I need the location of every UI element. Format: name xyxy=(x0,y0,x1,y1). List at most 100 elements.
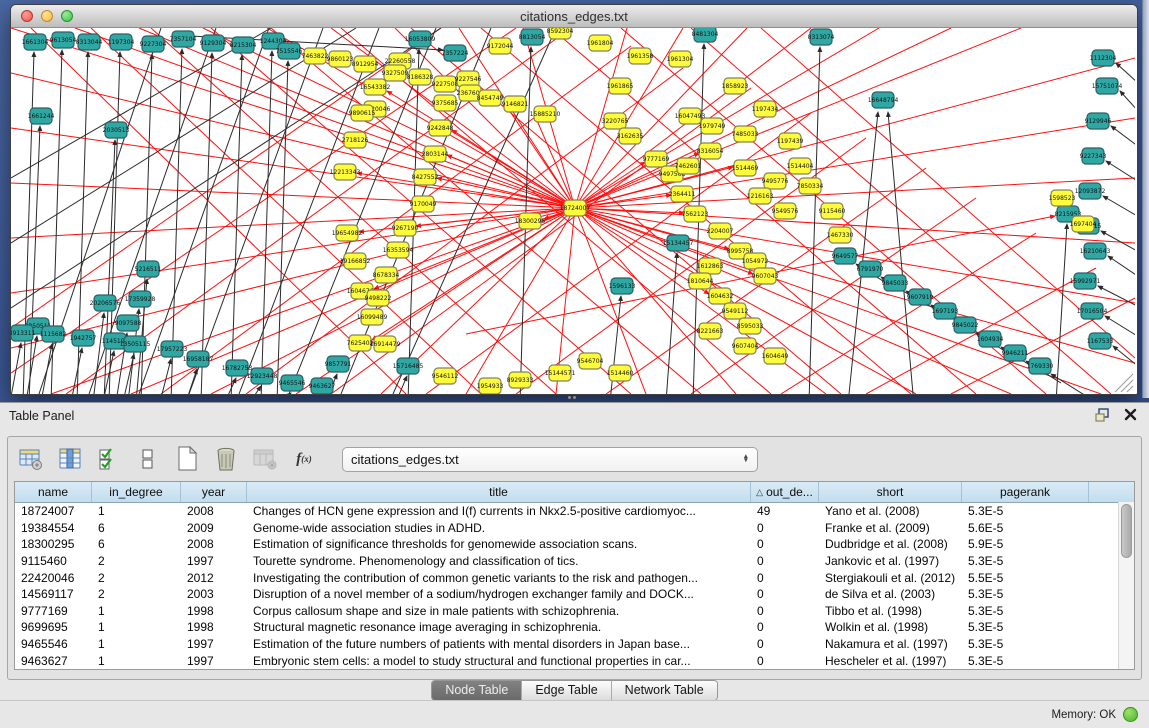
graph-node-label: 20206576 xyxy=(90,300,121,307)
graph-node-label: 9857791 xyxy=(325,361,352,368)
graph-node-label: 5216511 xyxy=(135,266,162,273)
table-cell: 0 xyxy=(751,537,819,551)
table-cell: 9465546 xyxy=(15,637,92,651)
table-cell: 0 xyxy=(751,620,819,634)
graph-node-label: 9649577 xyxy=(832,253,859,260)
window-titlebar[interactable]: citations_edges.txt xyxy=(11,5,1137,28)
close-panel-icon[interactable] xyxy=(1124,408,1137,424)
graph-node-label: 1167533 xyxy=(1087,338,1114,345)
tab-network-table[interactable]: Network Table xyxy=(611,681,717,700)
graph-node-label: 9546704 xyxy=(577,358,604,365)
scrollbar-thumb[interactable] xyxy=(1121,504,1132,558)
tab-edge-table[interactable]: Edge Table xyxy=(521,681,610,700)
table-tabs: Node TableEdge TableNetwork Table xyxy=(0,680,1149,701)
delete-table-icon[interactable] xyxy=(213,446,239,472)
column-header-name[interactable]: name xyxy=(15,482,92,502)
network-graph[interactable]: 1661304961305483130441197304922730473571… xyxy=(11,28,1135,394)
vertical-scrollbar[interactable] xyxy=(1118,502,1134,669)
graph-node-label: 15134457 xyxy=(663,240,694,247)
column-header-in_degree[interactable]: in_degree xyxy=(92,482,181,502)
graph-node-label: 16543382 xyxy=(360,84,391,91)
graph-node-label: 7357224 xyxy=(442,50,469,57)
column-header-title[interactable]: title xyxy=(247,482,751,502)
table-row[interactable]: 1830029562008Estimation of significance … xyxy=(15,536,1134,553)
column-header-pagerank[interactable]: pagerank xyxy=(962,482,1089,502)
table-cell: Structural magnetic resonance image aver… xyxy=(247,620,751,634)
graph-node-label: 16210643 xyxy=(1080,248,1111,255)
graph-node-label: 8481304 xyxy=(692,31,719,38)
graph-node-label: 16047493 xyxy=(675,113,706,120)
column-header-short[interactable]: short xyxy=(819,482,962,502)
graph-node-label: 17359928 xyxy=(125,296,156,303)
graph-node-label: 9860123 xyxy=(327,56,354,63)
select-column-icon[interactable] xyxy=(57,446,83,472)
table-settings-icon[interactable] xyxy=(18,446,44,472)
graph-node-label: 8912954 xyxy=(352,61,379,68)
node-table: namein_degreeyeartitle△out_de...short pag… xyxy=(14,481,1135,670)
table-row[interactable]: 1872400712008Changes of HCN gene express… xyxy=(15,503,1134,520)
zoom-window-button[interactable] xyxy=(61,10,73,22)
graph-node-label: 9227343 xyxy=(1080,153,1107,160)
tab-node-table[interactable]: Node Table xyxy=(432,681,521,700)
graph-node-label: 9115460 xyxy=(819,208,846,215)
graph-node-label: 8929333 xyxy=(507,377,534,384)
close-window-button[interactable] xyxy=(21,10,33,22)
new-table-icon[interactable] xyxy=(174,446,200,472)
graph-node-label: 9890615 xyxy=(349,110,376,117)
graph-node-label: 1954933 xyxy=(477,383,504,390)
delete-column-icon xyxy=(252,446,278,472)
network-canvas[interactable]: 1661304961305483130441197304922730473571… xyxy=(11,28,1135,394)
graph-node-label: 2803144 xyxy=(422,151,449,158)
column-header-year[interactable]: year xyxy=(181,482,247,502)
graph-node-label: 15716485 xyxy=(393,363,424,370)
table-row[interactable]: 977716911998Corpus callosum shape and si… xyxy=(15,603,1134,620)
column-header-out_degree[interactable]: △out_de... xyxy=(751,482,819,502)
table-cell: 9115460 xyxy=(15,554,92,568)
graph-node-label: 8678334 xyxy=(373,272,400,279)
graph-node-label: 9375685 xyxy=(432,100,459,107)
graph-node-label: 9607404 xyxy=(732,343,759,350)
memory-status-icon[interactable] xyxy=(1123,707,1138,722)
graph-node-label: 7850334 xyxy=(797,183,824,190)
table-row[interactable]: 946362711997Embryonic stem cells: a mode… xyxy=(15,652,1134,669)
table-cell: 49 xyxy=(751,504,819,518)
column-header-label: out_de... xyxy=(766,485,813,499)
graph-node-label: 8427552 xyxy=(412,174,439,181)
graph-node-label: 2364411 xyxy=(669,191,696,198)
minimize-window-button[interactable] xyxy=(41,10,53,22)
select-all-icon[interactable] xyxy=(96,446,122,472)
table-cell: 0 xyxy=(751,554,819,568)
table-cell: Stergiakouli et al. (2012) xyxy=(819,571,962,585)
table-cell: Corpus callosum shape and size in male p… xyxy=(247,604,751,618)
unselect-all-icon[interactable] xyxy=(135,446,161,472)
graph-node-label: 2718126 xyxy=(342,137,369,144)
table-row[interactable]: 946554611997Estimation of the future num… xyxy=(15,636,1134,653)
table-row[interactable]: 911546021997Tourette syndrome. Phenomeno… xyxy=(15,553,1134,570)
table-cell: 0 xyxy=(751,587,819,601)
split-pane-handle[interactable] xyxy=(568,396,582,401)
table-cell: 5.3E-5 xyxy=(962,620,1089,634)
float-panel-icon[interactable] xyxy=(1095,408,1110,425)
graph-node-label: 16648794 xyxy=(868,97,899,104)
table-cell: Wolkin et al. (1998) xyxy=(819,620,962,634)
graph-node-label: 1661304 xyxy=(22,39,49,46)
graph-node-label: 9607919 xyxy=(907,294,934,301)
column-header-label: pagerank xyxy=(1000,485,1050,499)
graph-node-label: 3913311 xyxy=(11,330,36,337)
graph-node-label: 1514460 xyxy=(607,370,634,377)
table-select-dropdown[interactable]: citations_edges.txt ▲▼ xyxy=(342,447,758,472)
graph-node-label: 1115682 xyxy=(40,331,67,338)
table-row[interactable]: 1938455462009Genome-wide association stu… xyxy=(15,520,1134,537)
graph-node-label: 7463822 xyxy=(302,53,329,60)
graph-node-label: 9777169 xyxy=(643,156,670,163)
function-builder-icon[interactable]: f(x) xyxy=(291,446,317,472)
graph-node-label: 8215304 xyxy=(230,42,257,49)
table-cell: 2 xyxy=(92,587,181,601)
table-row[interactable]: 1456911722003Disruption of a novel membe… xyxy=(15,586,1134,603)
table-row[interactable]: 969969511998Structural magnetic resonanc… xyxy=(15,619,1134,636)
graph-node-label: 9227304 xyxy=(140,41,167,48)
table-cell: Hescheler et al. (1997) xyxy=(819,654,962,668)
resize-grip[interactable] xyxy=(1115,374,1133,392)
table-row[interactable]: 2242004622012Investigating the contribut… xyxy=(15,569,1134,586)
table-cell: 19384554 xyxy=(15,521,92,535)
